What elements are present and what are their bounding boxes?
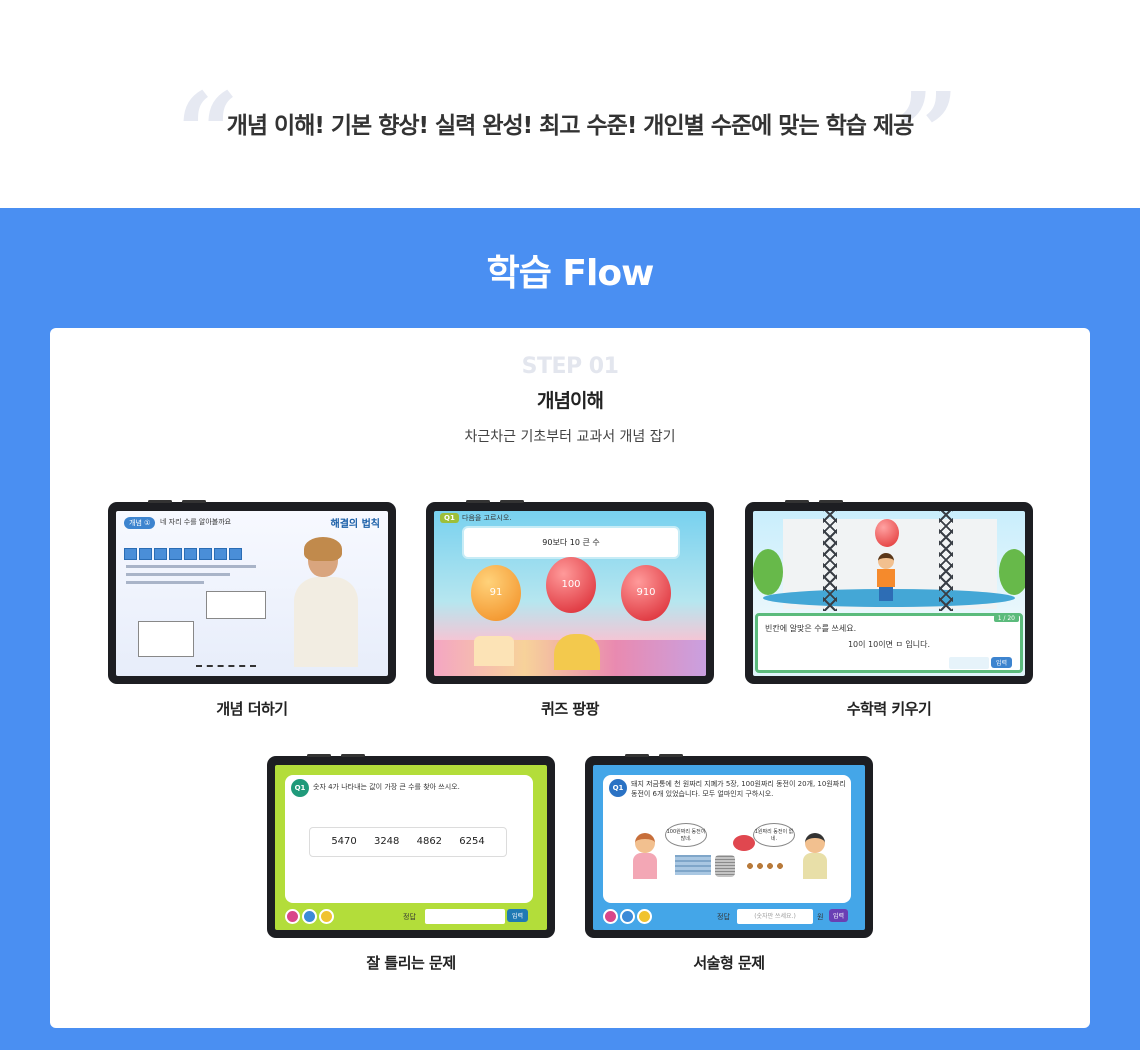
teacher-image xyxy=(286,537,366,667)
math-power-screen: 1 / 20 빈칸에 알맞은 수를 쓰세요. 10이 10이면 ㅁ 입니다. 입… xyxy=(753,511,1025,676)
tool-icons xyxy=(285,909,336,928)
submit-button[interactable]: 입력 xyxy=(507,909,529,922)
lecture-screen: 개념 ① 네 자리 수를 알아볼까요 해결의 법칙 xyxy=(116,511,388,676)
question-number-badge: Q1 xyxy=(609,779,627,797)
number-choice: 5470 xyxy=(331,836,357,847)
bills-illustration xyxy=(675,855,711,875)
piggy-bank-icon xyxy=(733,835,755,851)
hint-tool-icon[interactable] xyxy=(319,909,334,924)
lesson-title: 네 자리 수를 알아볼까요 xyxy=(160,518,232,526)
speech-bubble: 100원짜리 동전이 많네. xyxy=(665,823,707,847)
answer-input[interactable] xyxy=(949,657,989,669)
number-choice: 3248 xyxy=(373,836,400,847)
unit-label: 원 xyxy=(817,913,824,921)
flow-title: 학습 Flow xyxy=(486,253,655,294)
question-instruction: 빈칸에 알맞은 수를 쓰세요. xyxy=(765,624,857,633)
man-character xyxy=(803,833,827,879)
question-text: 10이 10이면 ㅁ 입니다. xyxy=(847,640,931,649)
tablet-quiz-pangpang: Q1 다음을 고르시오. 90보다 10 큰 수 91 100 910 xyxy=(426,500,714,684)
answer-input[interactable] xyxy=(425,909,505,924)
lecture-notes xyxy=(126,565,256,589)
question-number-badge: Q1 xyxy=(291,779,309,797)
tablet-descriptive: Q1 돼지 저금통에 천 원짜리 지폐가 5장, 100원짜리 동전이 20개,… xyxy=(585,754,873,938)
caption-quiz-pangpang: 퀴즈 팡팡 xyxy=(541,700,599,718)
note-box xyxy=(206,591,266,619)
pencil-tool-icon[interactable] xyxy=(285,909,300,924)
tablet-concept-plus: 개념 ① 네 자리 수를 알아볼까요 해결의 법칙 xyxy=(108,500,396,684)
balloon-quiz-screen: Q1 다음을 고르시오. 90보다 10 큰 수 91 100 910 xyxy=(434,511,706,676)
tree-illustration xyxy=(753,549,783,595)
pencil-tool-icon[interactable] xyxy=(603,909,618,924)
submit-button[interactable]: 입력 xyxy=(829,909,849,922)
step-label: STEP 01 xyxy=(521,354,619,379)
learning-flow-section: 학습 Flow STEP 01 개념이해 차근차근 기초부터 교과서 개념 잡기… xyxy=(0,208,1140,1050)
question-counter: 1 / 20 xyxy=(993,615,1019,622)
number-choices: 5470 3248 4862 6254 xyxy=(309,827,507,857)
caption-descriptive: 서술형 문제 xyxy=(693,954,765,972)
eraser-tool-icon[interactable] xyxy=(302,909,317,924)
number-choice: 6254 xyxy=(459,836,485,847)
number-choice: 4862 xyxy=(416,836,443,847)
truss-tower xyxy=(939,511,953,611)
balloon-option[interactable]: 100 xyxy=(546,557,596,613)
note-box xyxy=(138,621,194,657)
balloon-option[interactable]: 91 xyxy=(471,565,521,621)
woman-character xyxy=(633,833,657,879)
eraser-tool-icon[interactable] xyxy=(620,909,635,924)
tablet-math-power: 1 / 20 빈칸에 알맞은 수를 쓰세요. 10이 10이면 ㅁ 입니다. 입… xyxy=(745,500,1033,684)
speech-bubble: 1원짜리 동전이 없네. xyxy=(753,823,795,847)
doodle-illustration xyxy=(196,645,256,667)
step-card: STEP 01 개념이해 차근차근 기초부터 교과서 개념 잡기 개념 ① 네 … xyxy=(50,328,1090,1028)
question-number-badge: Q1 xyxy=(440,513,459,523)
place-value-blocks xyxy=(124,545,264,560)
truss-tower xyxy=(823,511,837,611)
answer-label: 정답 xyxy=(717,913,730,921)
tree-illustration xyxy=(999,549,1025,595)
descriptive-screen: Q1 돼지 저금통에 천 원짜리 지폐가 5장, 100원짜리 동전이 20개,… xyxy=(593,765,865,930)
coins-illustration xyxy=(745,861,785,871)
balloon-icon xyxy=(875,519,899,547)
answer-input[interactable]: (숫자만 쓰세요.) xyxy=(737,909,813,924)
coins-illustration xyxy=(715,855,735,877)
common-mistakes-screen: Q1 숫자 4가 나타내는 값이 가장 큰 수를 찾아 쓰시오. 5470 32… xyxy=(275,765,547,930)
balloon-option[interactable]: 910 xyxy=(621,565,671,621)
castle-illustration xyxy=(554,634,600,670)
question-box: 90보다 10 큰 수 xyxy=(462,526,680,559)
submit-button[interactable]: 입력 xyxy=(991,657,1013,668)
caption-concept-plus: 개념 더하기 xyxy=(216,700,288,718)
brand-logo: 해결의 법칙 xyxy=(330,519,380,530)
step-title: 개념이해 xyxy=(537,390,604,412)
tablet-common-mistakes: Q1 숫자 4가 나타내는 값이 가장 큰 수를 찾아 쓰시오. 5470 32… xyxy=(267,754,555,938)
tool-icons xyxy=(603,909,654,928)
question-text: 숫자 4가 나타내는 값이 가장 큰 수를 찾아 쓰시오. xyxy=(313,783,460,791)
answer-label: 정답 xyxy=(403,913,416,921)
hint-tool-icon[interactable] xyxy=(637,909,652,924)
cake-illustration xyxy=(474,636,514,666)
tagline-text: 개념 이해! 기본 향상! 실력 완성! 최고 수준! 개인별 수준에 맞는 학… xyxy=(226,113,915,139)
tagline-section: “ ” 개념 이해! 기본 향상! 실력 완성! 최고 수준! 개인별 수준에 … xyxy=(0,0,1140,208)
step-description: 차근차근 기초부터 교과서 개념 잡기 xyxy=(464,429,676,445)
question-instruction: 다음을 고르시오. xyxy=(462,514,512,522)
caption-common-mistakes: 잘 틀리는 문제 xyxy=(366,954,456,972)
question-text: 돼지 저금통에 천 원짜리 지폐가 5장, 100원짜리 동전이 20개, 10… xyxy=(631,780,846,798)
lesson-tag: 개념 ① xyxy=(124,517,156,529)
boy-character xyxy=(875,553,897,603)
caption-math-power: 수학력 키우기 xyxy=(846,700,932,718)
